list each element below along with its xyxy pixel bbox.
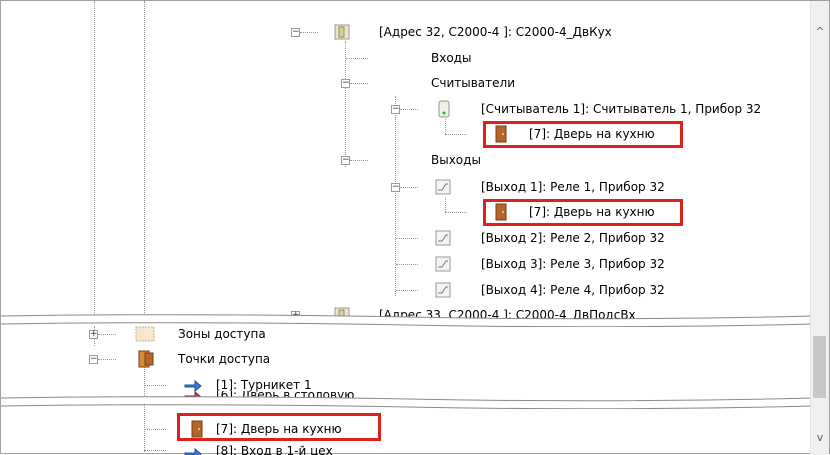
tree-node-access-points[interactable]: − Точки доступа	[1, 349, 801, 369]
access-point-icon	[138, 350, 154, 368]
tree-connector	[144, 429, 166, 430]
tree-node-device-32[interactable]: − [Адрес 32, С2000-4 ]: С2000-4_ДвКух	[1, 22, 801, 42]
zones-label: Зоны доступа	[178, 327, 266, 341]
collapse-toggle[interactable]: −	[89, 355, 98, 364]
access-points-label: Точки доступа	[178, 352, 271, 366]
vertical-scrollbar[interactable]: ^ v	[810, 1, 829, 455]
tree-node-readers[interactable]: − Считыватели	[1, 73, 801, 93]
device-label: [Адрес 32, С2000-4 ]: С2000-4_ДвКух	[379, 25, 612, 39]
scroll-down-icon[interactable]: v	[811, 429, 829, 447]
highlight-box	[483, 121, 683, 148]
tree-connector	[144, 385, 166, 386]
tree-node-reader-1[interactable]: − [Считыватель 1]: Считыватель 1, Прибор…	[1, 99, 801, 119]
tree-connector	[396, 290, 418, 291]
tree-connector	[350, 160, 368, 161]
tree-connector	[396, 264, 418, 265]
outputs-label: Выходы	[431, 153, 481, 167]
tree-node-output-3[interactable]: [Выход 3]: Реле 3, Прибор 32	[1, 254, 801, 274]
tree-connector	[98, 359, 116, 360]
tree-node-output-2[interactable]: [Выход 2]: Реле 2, Прибор 32	[1, 228, 801, 248]
tree-node-outputs[interactable]: − Выходы	[1, 150, 801, 170]
readers-label: Считыватели	[431, 76, 515, 90]
collapse-toggle[interactable]: −	[291, 28, 300, 37]
tree-node-workshop[interactable]: [8]: Вход в 1-й цех	[1, 444, 801, 455]
tree-connector	[400, 109, 418, 110]
scroll-up-icon[interactable]: ^	[811, 23, 829, 41]
tree-connector	[144, 450, 166, 451]
tree-guide-line	[445, 119, 446, 134]
tree-connector	[346, 58, 368, 59]
relay-icon	[435, 230, 451, 246]
screenshot-break	[1, 396, 813, 409]
output-1-label: [Выход 1]: Реле 1, Прибор 32	[481, 180, 665, 194]
collapse-toggle[interactable]: −	[341, 156, 350, 165]
workshop-label: [8]: Вход в 1-й цех	[216, 444, 333, 455]
device-icon	[334, 24, 350, 40]
tree-connector	[98, 334, 116, 335]
highlight-box	[483, 199, 683, 226]
tree-view-panel: − [Адрес 32, С2000-4 ]: С2000-4_ДвКух Вх…	[0, 0, 830, 455]
relay-icon	[435, 282, 451, 298]
reader-icon	[438, 100, 450, 118]
tree-connector	[445, 134, 467, 135]
tree-node-output-4[interactable]: [Выход 4]: Реле 4, Прибор 32	[1, 280, 801, 300]
output-4-label: [Выход 4]: Реле 4, Прибор 32	[481, 283, 665, 297]
relay-icon	[435, 256, 451, 272]
tree-connector	[396, 238, 418, 239]
tree-node-inputs[interactable]: Входы	[1, 48, 801, 68]
tree-node-zones[interactable]: + Зоны доступа	[1, 324, 801, 344]
collapse-toggle[interactable]: −	[391, 183, 400, 192]
tree-connector	[300, 32, 318, 33]
tree-node-output-1[interactable]: − [Выход 1]: Реле 1, Прибор 32	[1, 177, 801, 197]
highlight-box	[177, 413, 381, 441]
tree-connector	[445, 212, 467, 213]
tree-guide-line	[445, 197, 446, 212]
expand-toggle[interactable]: +	[89, 330, 98, 339]
relay-icon	[435, 179, 451, 195]
reader-1-label: [Считыватель 1]: Считыватель 1, Прибор 3…	[481, 102, 762, 116]
collapse-toggle[interactable]: −	[391, 105, 400, 114]
tree-node-door-kitchen[interactable]: [7]: Дверь на кухню	[1, 419, 801, 439]
output-2-label: [Выход 2]: Реле 2, Прибор 32	[481, 231, 665, 245]
tree-connector	[400, 187, 418, 188]
collapse-toggle[interactable]: −	[341, 79, 350, 88]
output-3-label: [Выход 3]: Реле 3, Прибор 32	[481, 257, 665, 271]
scroll-thumb[interactable]	[813, 336, 826, 398]
zone-icon	[135, 326, 155, 342]
tree-connector	[350, 83, 368, 84]
inputs-label: Входы	[431, 51, 472, 65]
